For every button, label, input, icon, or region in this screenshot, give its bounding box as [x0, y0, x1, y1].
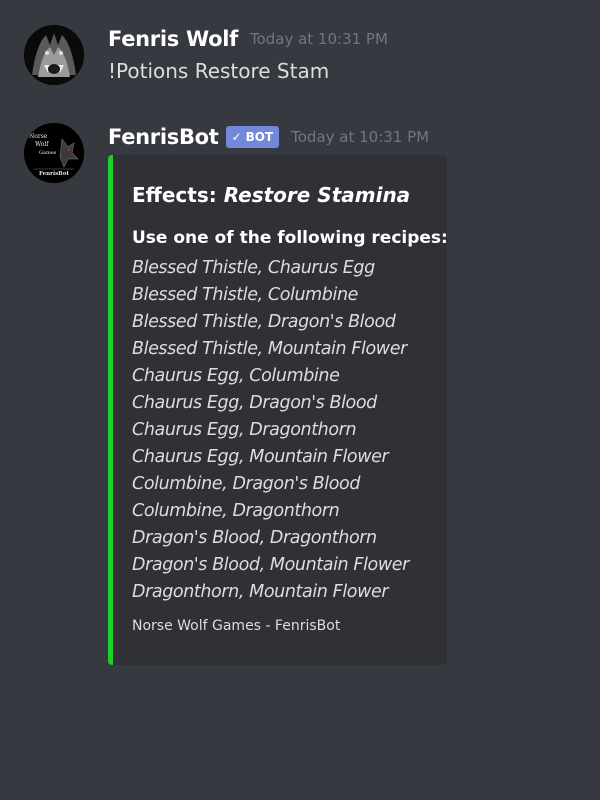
recipe-item: Blessed Thistle, Columbine: [132, 285, 359, 305]
username[interactable]: FenrisBot: [108, 125, 219, 149]
embed: Effects: Restore Stamina Use one of the …: [108, 155, 448, 665]
recipe-item: Columbine, Dragon's Blood: [132, 474, 361, 494]
recipe-list: Blessed Thistle, Chaurus Egg Blessed Thi…: [132, 255, 409, 606]
recipe-item: Dragon's Blood, Dragonthorn: [132, 528, 377, 548]
recipe-item: Chaurus Egg, Dragonthorn: [132, 420, 357, 440]
recipe-item: Blessed Thistle, Dragon's Blood: [132, 312, 396, 332]
recipe-item: Dragon's Blood, Mountain Flower: [132, 555, 409, 575]
wolf-avatar-icon[interactable]: [24, 25, 84, 85]
logo-text-norse: Norse: [29, 133, 48, 140]
username[interactable]: Fenris Wolf: [108, 27, 238, 51]
recipe-item: Dragonthorn, Mountain Flower: [132, 582, 389, 602]
recipe-item: Chaurus Egg, Mountain Flower: [132, 447, 389, 467]
bot-tag: ✓ BOT: [225, 126, 280, 148]
recipe-item: Chaurus Egg, Dragon's Blood: [132, 393, 377, 413]
timestamp: Today at 10:31 PM: [249, 30, 388, 48]
recipe-item: Columbine, Dragonthorn: [132, 501, 340, 521]
recipe-item: Blessed Thistle, Mountain Flower: [132, 339, 407, 359]
message-header: Fenris Wolf Today at 10:31 PM: [108, 25, 388, 53]
logo-text-fenrisbot: FenrisBot: [39, 171, 70, 177]
embed-title-prefix: Effects:: [132, 183, 217, 207]
message-content: !Potions Restore Stam: [108, 59, 330, 83]
embed-title-effect: Restore Stamina: [223, 183, 411, 207]
bot-tag-label: BOT: [245, 130, 274, 144]
embed-footer: Norse Wolf Games - FenrisBot: [132, 618, 341, 634]
timestamp: Today at 10:31 PM: [291, 128, 430, 146]
logo-text-games: Games: [39, 150, 57, 156]
recipe-item: Chaurus Egg, Columbine: [132, 366, 340, 386]
logo-text-wolf: Wolf: [35, 141, 49, 148]
checkmark-icon: ✓: [231, 130, 242, 144]
embed-title: Effects: Restore Stamina: [132, 183, 410, 207]
recipe-item: Blessed Thistle, Chaurus Egg: [132, 258, 375, 278]
message-header: FenrisBot ✓ BOT Today at 10:31 PM: [108, 123, 429, 151]
norse-wolf-games-logo[interactable]: Norse Wolf Games FenrisBot: [24, 123, 84, 183]
embed-field-name: Use one of the following recipes:: [132, 228, 448, 248]
chat-messages: Fenris Wolf Today at 10:31 PM !Potions R…: [0, 0, 600, 800]
